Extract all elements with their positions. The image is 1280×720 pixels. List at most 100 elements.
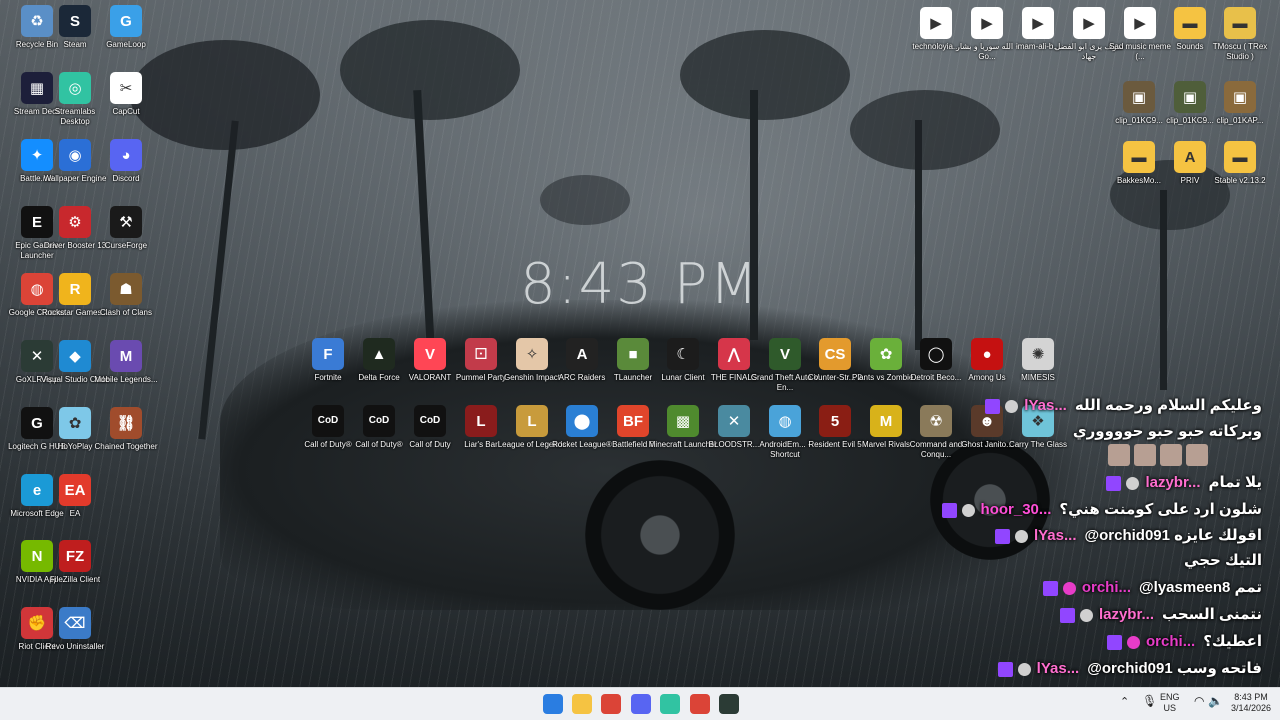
desktop-icon[interactable]: FZ FileZilla Client: [40, 540, 110, 585]
app-icon: CS: [819, 338, 851, 370]
file-explorer-icon[interactable]: [572, 694, 592, 714]
chevron-up-icon[interactable]: ⌃: [1120, 697, 1129, 708]
app-icon: ▣: [1123, 81, 1155, 113]
emote-icon: [1160, 444, 1182, 466]
desktop-icon-label: Mobile Legends...: [94, 375, 158, 384]
desktop-icon[interactable]: ✺ MIMESIS: [1003, 338, 1073, 383]
microphone-icon[interactable]: 🎙: [1142, 695, 1157, 707]
app-icon: CoD: [414, 405, 446, 437]
chat-username: orchi...: [1146, 633, 1196, 650]
twitch-icon: [1106, 475, 1122, 491]
desktop-icon-label: Stable v2.13.2: [1214, 176, 1266, 185]
app-icon: ✿: [59, 407, 91, 439]
language-code: ENG: [1160, 692, 1180, 702]
chat-text: شلون ارد على كومنت هني؟: [1059, 501, 1262, 518]
twitch-icon: [1059, 607, 1075, 623]
app-icon: V: [769, 338, 801, 370]
wallpaper-clock: 8:43 PM: [520, 252, 760, 317]
app-icon: ▣: [1174, 81, 1206, 113]
desktop-icon[interactable]: EA EA: [40, 474, 110, 519]
chat-badge-icon: [1062, 581, 1076, 595]
chat-text: اعطيك؟: [1203, 633, 1262, 650]
app-icon: S: [59, 5, 91, 37]
chat-text: وعليكم السلام ورحمه الله: [1074, 397, 1262, 414]
chat-badge-icon: [1017, 662, 1031, 676]
app-icon: ☗: [110, 273, 142, 305]
goxlr-icon[interactable]: [719, 694, 739, 714]
app-icon: ⚀: [465, 338, 497, 370]
app-icon: ✂: [110, 72, 142, 104]
desktop-icon[interactable]: M Mobile Legends...: [91, 340, 161, 385]
car-wheel-front: [585, 460, 735, 610]
app-icon: V: [414, 338, 446, 370]
app-icon: ▶: [920, 7, 952, 39]
desktop-icon[interactable]: ▬ TMoscu ( TRex Studio ): [1205, 7, 1275, 62]
desktop-icon[interactable]: ✂ CapCut: [91, 72, 161, 117]
chrome-profile-icon[interactable]: [690, 694, 710, 714]
desktop-icon[interactable]: ▣ clip_01KAP...: [1205, 81, 1275, 126]
desktop-icon-label: Carry The Glass: [1008, 440, 1068, 449]
app-icon: ⌫: [59, 607, 91, 639]
palm-crown: [850, 90, 1000, 170]
chrome-icon[interactable]: [601, 694, 621, 714]
chat-badge-icon: [961, 503, 975, 517]
app-icon: ▬: [1174, 7, 1206, 39]
emote-icon: [1134, 444, 1156, 466]
twitch-icon: [994, 528, 1010, 544]
app-icon: ☾: [667, 338, 699, 370]
chat-text: نتمنى السحب: [1161, 606, 1262, 623]
desktop-icon[interactable]: G GameLoop: [91, 5, 161, 50]
desktop-icon-label: TMoscu ( TRex Studio ): [1212, 42, 1268, 61]
app-icon: ⚒: [110, 206, 142, 238]
app-icon: ✿: [870, 338, 902, 370]
app-icon: A: [1174, 141, 1206, 173]
system-clock[interactable]: 8:43 PM 3/14/2026: [1226, 692, 1276, 714]
chat-username: lYas...: [1036, 660, 1080, 677]
app-icon: ◎: [59, 72, 91, 104]
desktop-icon[interactable]: ▬ Stable v2.13.2: [1205, 141, 1275, 186]
chat-emotes: [1104, 444, 1208, 471]
chat-message: lYas... وعليكم السلام ورحمه الله: [985, 396, 1262, 414]
wifi-icon[interactable]: ◠: [1194, 695, 1204, 707]
app-icon: ◍: [769, 405, 801, 437]
chat-username: lazybr...: [1145, 474, 1201, 491]
app-icon: ●: [971, 338, 1003, 370]
speaker-icon[interactable]: 🔈: [1208, 695, 1223, 707]
chat-username: lYas...: [1024, 397, 1067, 414]
app-icon: ⛓: [110, 407, 142, 439]
desktop-icon-label: Chained Together: [94, 442, 158, 451]
discord-icon[interactable]: [631, 694, 651, 714]
chat-username: lYas...: [1033, 527, 1077, 544]
app-icon: A: [566, 338, 598, 370]
chat-message: lazybr... يلا تمام: [1106, 473, 1262, 491]
app-icon: CoD: [312, 405, 344, 437]
app-icon: ■: [617, 338, 649, 370]
start-icon[interactable]: [543, 694, 563, 714]
app-icon: M: [110, 340, 142, 372]
app-icon: ⬤: [566, 405, 598, 437]
chat-badge-icon: [1014, 529, 1028, 543]
desktop-icon[interactable]: ☗ Clash of Clans: [91, 273, 161, 318]
clock-time: 8:43 PM: [1234, 692, 1268, 702]
chat-text: @orchid091 اقولك عايزه: [1084, 527, 1263, 544]
twitch-icon: [1042, 580, 1058, 596]
desktop-icon[interactable]: ◕ Discord: [91, 139, 161, 184]
streamlabs-icon[interactable]: [660, 694, 680, 714]
desktop-icon-label: GameLoop: [106, 40, 146, 49]
chat-message: hoor_30... شلون ارد على كومنت هني؟: [941, 500, 1262, 518]
clock-date: 3/14/2026: [1230, 703, 1272, 713]
chat-username: lazybr...: [1098, 606, 1154, 623]
app-icon: ◆: [59, 340, 91, 372]
desktop-icon[interactable]: ⚒ CurseForge: [91, 206, 161, 251]
language-indicator[interactable]: ENG US: [1160, 692, 1180, 714]
desktop-icon-label: FileZilla Client: [49, 575, 101, 584]
app-icon: ✕: [718, 405, 750, 437]
chat-badge-icon: [1079, 608, 1093, 622]
chat-text: يلا تمام: [1208, 474, 1262, 491]
app-icon: ⚙: [59, 206, 91, 238]
twitch-icon: [1107, 634, 1123, 650]
desktop-icon[interactable]: ⛓ Chained Together: [91, 407, 161, 452]
app-icon: L: [465, 405, 497, 437]
desktop-icon[interactable]: ⌫ Revo Uninstaller: [40, 607, 110, 652]
app-icon: 5: [819, 405, 851, 437]
